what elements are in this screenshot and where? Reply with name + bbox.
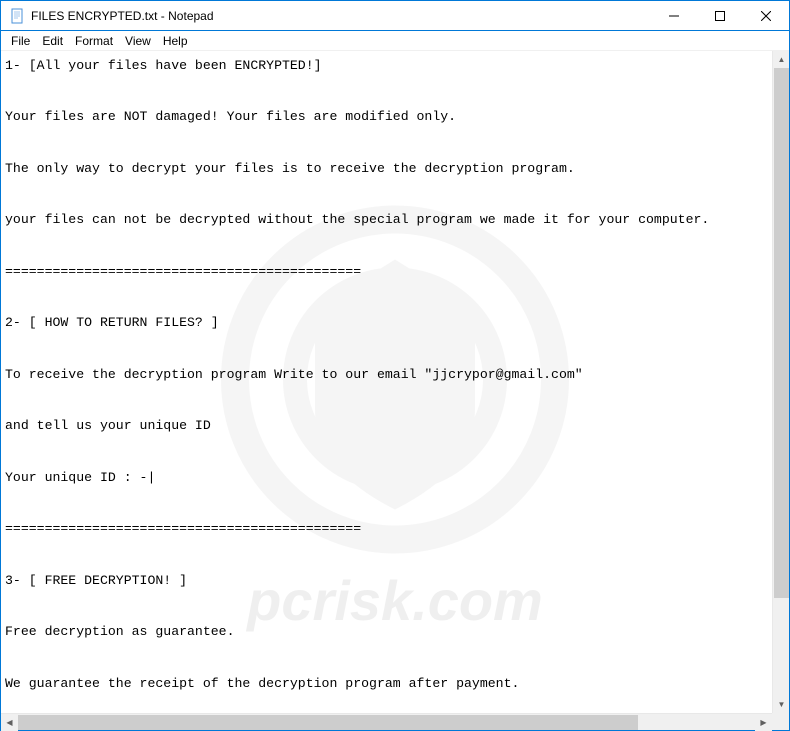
menu-file[interactable]: File bbox=[5, 32, 36, 50]
text-editor[interactable]: 1- [All your files have been ENCRYPTED!]… bbox=[1, 51, 772, 713]
menu-format[interactable]: Format bbox=[69, 32, 119, 50]
bottom-scroll-row: ◀ ▶ bbox=[1, 713, 789, 730]
close-button[interactable] bbox=[743, 1, 789, 30]
vertical-scrollbar[interactable]: ▲ ▼ bbox=[772, 51, 789, 713]
minimize-button[interactable] bbox=[651, 1, 697, 30]
notepad-window: FILES ENCRYPTED.txt - Notepad File Edit … bbox=[0, 0, 790, 731]
scroll-up-arrow-icon[interactable]: ▲ bbox=[773, 51, 789, 68]
menu-view[interactable]: View bbox=[119, 32, 157, 50]
notepad-icon bbox=[9, 8, 25, 24]
horizontal-scrollbar[interactable]: ◀ ▶ bbox=[1, 713, 772, 730]
horizontal-scroll-thumb[interactable] bbox=[18, 715, 638, 730]
vertical-scroll-thumb[interactable] bbox=[774, 68, 789, 598]
menu-edit[interactable]: Edit bbox=[36, 32, 69, 50]
window-controls bbox=[651, 1, 789, 30]
horizontal-scroll-track[interactable] bbox=[18, 714, 755, 730]
window-title: FILES ENCRYPTED.txt - Notepad bbox=[31, 9, 214, 23]
scroll-left-arrow-icon[interactable]: ◀ bbox=[1, 714, 18, 731]
menubar: File Edit Format View Help bbox=[1, 31, 789, 51]
titlebar-left: FILES ENCRYPTED.txt - Notepad bbox=[1, 8, 214, 24]
titlebar[interactable]: FILES ENCRYPTED.txt - Notepad bbox=[1, 1, 789, 31]
scroll-right-arrow-icon[interactable]: ▶ bbox=[755, 714, 772, 731]
maximize-button[interactable] bbox=[697, 1, 743, 30]
menu-help[interactable]: Help bbox=[157, 32, 194, 50]
scroll-down-arrow-icon[interactable]: ▼ bbox=[773, 696, 789, 713]
content-area: pcrisk.com 1- [All your files have been … bbox=[1, 51, 789, 713]
scroll-corner bbox=[772, 713, 789, 730]
